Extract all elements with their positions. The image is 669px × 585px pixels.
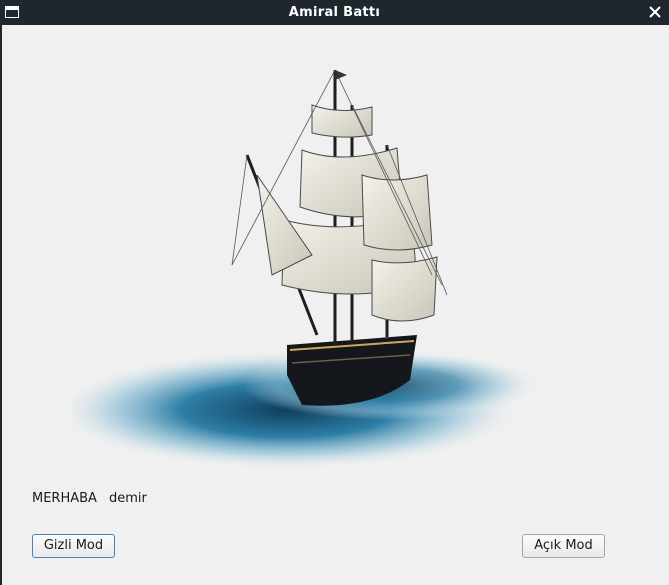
app-window: Amiral Battı MERHABA demir Gizli Mod Açı… — [0, 0, 669, 585]
greeting-line: MERHABA demir — [32, 491, 147, 506]
greeting-label: MERHABA — [32, 491, 97, 506]
close-icon[interactable] — [647, 4, 663, 20]
hidden-mode-button[interactable]: Gizli Mod — [32, 534, 115, 558]
title-bar[interactable]: Amiral Battı — [0, 0, 669, 25]
username-label: demir — [108, 491, 147, 506]
main-panel: MERHABA demir Gizli Mod Açık Mod — [2, 25, 669, 585]
sailing-ship-illustration — [72, 69, 542, 470]
open-mode-button[interactable]: Açık Mod — [522, 534, 605, 558]
window-title: Amiral Battı — [288, 5, 381, 20]
